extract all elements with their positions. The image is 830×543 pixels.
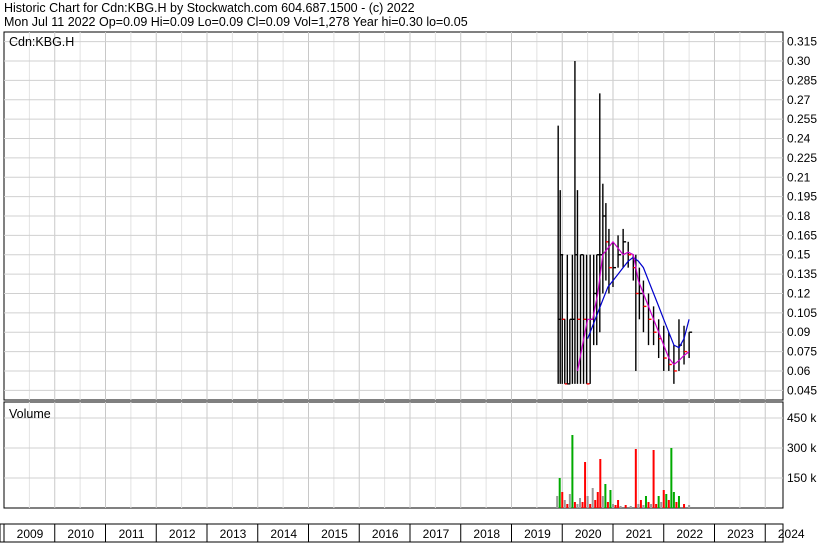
- year-label: 2016: [372, 527, 399, 541]
- volume-tick-label: 450 k: [787, 411, 817, 425]
- volume-label: Volume: [9, 407, 51, 421]
- volume-tick-label: 300 k: [787, 441, 817, 455]
- volume-tick-label: 150 k: [787, 471, 817, 485]
- price-tick-label: 0.27: [787, 93, 811, 107]
- price-tick-label: 0.165: [787, 228, 817, 242]
- year-label: 2017: [423, 527, 450, 541]
- year-label: 2012: [169, 527, 196, 541]
- price-tick-label: 0.15: [787, 248, 811, 262]
- year-label: 2020: [575, 527, 602, 541]
- price-tick-label: 0.24: [787, 132, 811, 146]
- year-label: 2014: [270, 527, 297, 541]
- year-label: 2022: [676, 527, 703, 541]
- price-tick-label: 0.12: [787, 286, 811, 300]
- price-tick-label: 0.255: [787, 112, 817, 126]
- year-label: 2011: [119, 527, 145, 541]
- chart-symbol-label: Cdn:KBG.H: [9, 35, 74, 49]
- volume-axis: 450 k 300 k 150 k: [787, 411, 817, 485]
- year-label: 2018: [473, 527, 500, 541]
- year-label: 2021: [626, 527, 653, 541]
- year-label: 2019: [524, 527, 551, 541]
- price-tick-label: 0.105: [787, 306, 817, 320]
- year-axis: 2009 2010 2011 2012 2013 2014 2015 2016 2017 2018…: [0, 523, 805, 543]
- year-label: 2010: [67, 527, 94, 541]
- price-tick-label: 0.09: [787, 325, 811, 339]
- stock-chart: 0.315 0.30 0.285 0.27 0.255 0.24 0.225 0.21 0.19…: [0, 31, 830, 543]
- price-tick-label: 0.075: [787, 345, 817, 359]
- price-tick-label: 0.315: [787, 35, 817, 49]
- year-label: 2013: [220, 527, 247, 541]
- price-tick-label: 0.06: [787, 364, 811, 378]
- year-label: 2023: [727, 527, 754, 541]
- price-tick-label: 0.195: [787, 190, 817, 204]
- price-tick-label: 0.225: [787, 151, 817, 165]
- price-tick-label: 0.285: [787, 73, 817, 87]
- price-tick-label: 0.30: [787, 54, 811, 68]
- year-label: 2009: [17, 527, 44, 541]
- price-panel: 0.315 0.30 0.285 0.27 0.255 0.24 0.225 0.21 0.19…: [3, 31, 817, 401]
- price-tick-label: 0.135: [787, 267, 817, 281]
- price-tick-label: 0.18: [787, 209, 811, 223]
- year-label: 2015: [321, 527, 348, 541]
- price-tick-label: 0.045: [787, 383, 817, 397]
- price-tick-label: 0.21: [787, 170, 811, 184]
- year-label: 2024: [778, 527, 805, 541]
- volume-panel: 450 k 300 k 150 k Volume: [3, 401, 817, 509]
